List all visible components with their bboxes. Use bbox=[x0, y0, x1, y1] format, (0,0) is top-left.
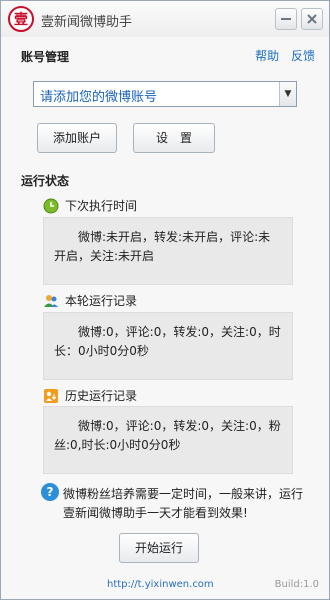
history-box: 微博:0，评论:0，转发:0，关注:0，粉丝:0,时长:0小时0分0秒 bbox=[43, 406, 293, 474]
header-links: 帮助 反馈 bbox=[247, 47, 315, 64]
current-run-box: 微博:0，评论:0，转发:0，关注:0，时长：0小时0分0秒 bbox=[43, 312, 293, 380]
next-run-label: 下次执行时间 bbox=[65, 199, 138, 213]
current-run-label: 本轮运行记录 bbox=[65, 294, 138, 308]
add-account-button[interactable]: 添加账户 bbox=[37, 123, 117, 153]
next-run-box: 微博:未开启，转发:未开启，评论:未开启，关注:未开启 bbox=[43, 217, 293, 285]
current-run-text: 微博:0，评论:0，转发:0，关注:0，时长：0小时0分0秒 bbox=[54, 325, 281, 358]
next-run-header: 下次执行时间 bbox=[43, 197, 137, 214]
close-icon bbox=[307, 14, 317, 24]
history-text: 微博:0，评论:0，转发:0，关注:0，粉丝:0,时长:0小时0分0秒 bbox=[54, 419, 281, 452]
feedback-link[interactable]: 反馈 bbox=[291, 49, 315, 63]
minimize-button[interactable] bbox=[275, 8, 297, 30]
history-header: 历史运行记录 bbox=[43, 387, 137, 404]
account-select[interactable]: 请添加您的微博账号 ▼ bbox=[33, 81, 297, 107]
status-heading: 运行状态 bbox=[21, 174, 70, 188]
close-button[interactable] bbox=[301, 8, 323, 30]
account-select-value: 请添加您的微博账号 bbox=[40, 90, 158, 105]
dropdown-arrow-icon[interactable]: ▼ bbox=[279, 82, 296, 106]
website-link[interactable]: http://t.yixinwen.com bbox=[107, 579, 214, 590]
current-run-header: 本轮运行记录 bbox=[43, 292, 137, 309]
svg-text:壹: 壹 bbox=[14, 11, 28, 28]
build-version: Build:1.0 bbox=[274, 579, 319, 590]
tip-text: 微博粉丝培养需要一定时间，一般来讲，运行壹新闻微博助手一天才能看到效果! bbox=[63, 487, 304, 520]
window-title: 壹新闻微博助手 bbox=[41, 15, 133, 30]
clock-icon bbox=[43, 198, 59, 213]
title-bar: 壹 壹新闻微博助手 bbox=[1, 1, 329, 37]
minimize-icon bbox=[281, 18, 291, 20]
history-label: 历史运行记录 bbox=[65, 389, 138, 403]
account-heading: 账号管理 bbox=[21, 50, 70, 64]
app-logo-icon: 壹 bbox=[8, 6, 34, 32]
settings-button[interactable]: 设 置 bbox=[133, 123, 215, 153]
history-icon bbox=[44, 388, 58, 403]
users-icon bbox=[44, 294, 58, 307]
help-icon: ? bbox=[41, 483, 59, 501]
next-run-text: 微博:未开启，转发:未开启，评论:未开启，关注:未开启 bbox=[54, 230, 271, 263]
app-window: 壹 壹新闻微博助手 账号管理 帮助 反馈 请添加您的微博账号 ▼ 添加账户 设 … bbox=[0, 0, 330, 600]
help-link[interactable]: 帮助 bbox=[255, 49, 279, 63]
start-button[interactable]: 开始运行 bbox=[119, 533, 199, 563]
